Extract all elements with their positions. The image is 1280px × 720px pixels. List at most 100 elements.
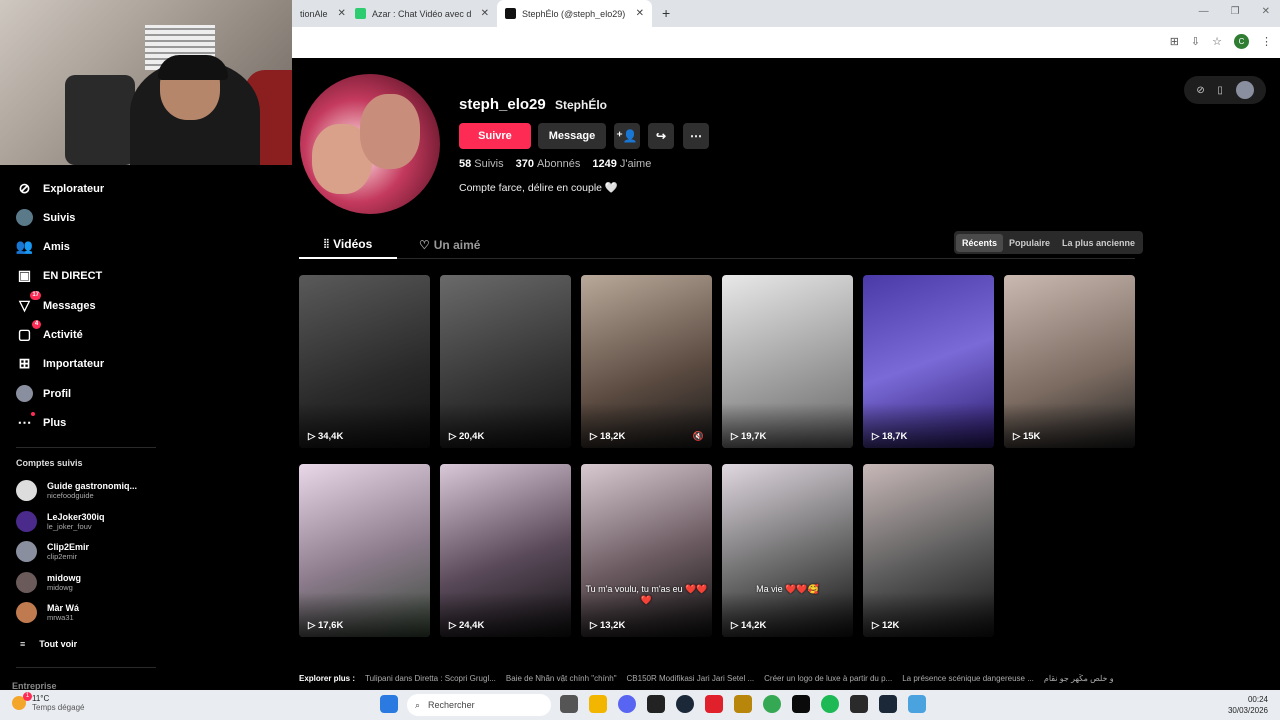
explore-link[interactable]: Baie de Nhãn vật chính "chính"	[506, 674, 617, 683]
window-controls: — ❐ ✕	[1199, 6, 1270, 17]
sort-popular[interactable]: Populaire	[1003, 234, 1056, 252]
discord-icon[interactable]	[618, 695, 636, 713]
muted-icon[interactable]: 🔇	[693, 431, 704, 442]
browser-tab[interactable]: Azar : Chat Vidéo avec de nouv ✕	[347, 0, 497, 27]
video-thumbnail[interactable]: ▷ 18,2K 🔇	[581, 275, 712, 448]
view-count: ▷ 20,4K	[449, 431, 485, 442]
view-count: ▷ 14,2K	[731, 620, 767, 631]
followed-account[interactable]: Guide gastronomiq... nicefoodguide	[16, 480, 137, 501]
sidebar-item-messages[interactable]: ▽ 17 Messages	[16, 291, 96, 314]
task-view-icon[interactable]	[560, 695, 578, 713]
system-clock[interactable]: 00:24 30/03/2026	[1228, 694, 1268, 716]
windows-start-icon[interactable]	[380, 695, 398, 713]
avatar-icon	[16, 209, 33, 226]
send-icon: ▽ 17	[19, 291, 41, 313]
profile-avatar[interactable]: C	[1234, 34, 1249, 49]
translate-icon[interactable]: ⊞	[1170, 35, 1179, 48]
see-all-button[interactable]: ≡ Tout voir	[20, 639, 77, 649]
follow-button[interactable]: Suivre	[459, 123, 531, 149]
video-thumbnail[interactable]: ▷ 17,6K	[299, 464, 430, 637]
install-app-icon[interactable]: ⇩	[1191, 35, 1200, 48]
obs-icon[interactable]	[850, 695, 868, 713]
live-icon: ▣	[17, 267, 32, 283]
close-tab-icon[interactable]: ✕	[636, 8, 644, 19]
bookmark-star-icon[interactable]: ☆	[1212, 35, 1222, 48]
video-thumbnail[interactable]: Tu m'a voulu, tu m'as eu ❤️❤️❤️ ▷ 13,2K	[581, 464, 712, 637]
followed-account[interactable]: Clip2Emir clip2emir	[16, 541, 89, 562]
following-stat[interactable]: 58 Suivis	[459, 158, 504, 170]
video-thumbnail[interactable]: ▷ 24,4K	[440, 464, 571, 637]
browser-tab[interactable]: tionAle ✕	[292, 0, 347, 27]
steam-active-icon[interactable]	[879, 695, 897, 713]
view-count: ▷ 17,6K	[308, 620, 344, 631]
spotify-icon[interactable]	[821, 695, 839, 713]
video-thumbnail[interactable]: ▷ 20,4K	[440, 275, 571, 448]
notification-dot	[31, 412, 35, 416]
explore-link[interactable]: Tulipani dans Diretta : Scopri Grugl...	[365, 674, 496, 683]
video-thumbnail[interactable]: ▷ 18,7K	[863, 275, 994, 448]
sidebar-item-explorer[interactable]: ⊘ Explorateur	[16, 180, 105, 197]
sidebar-item-upload[interactable]: ⊞ Importateur	[16, 355, 105, 372]
play-icon: ▷	[449, 431, 459, 442]
divider	[16, 667, 156, 668]
sort-oldest[interactable]: La plus ancienne	[1056, 234, 1141, 252]
browser-menu-icon[interactable]: ⋮	[1261, 35, 1272, 48]
video-caption: Tu m'a voulu, tu m'as eu ❤️❤️❤️	[585, 584, 708, 605]
video-thumbnail[interactable]: Ma vie ❤️❤️🥰 ▷ 14,2K	[722, 464, 853, 637]
play-icon: ▷	[872, 620, 882, 631]
close-window-icon[interactable]: ✕	[1262, 6, 1270, 17]
play-icon: ▷	[1013, 431, 1023, 442]
user-avatar[interactable]	[1235, 81, 1254, 99]
explore-link[interactable]: و خلص مكَهر جو نقام	[1044, 674, 1114, 683]
view-count: ▷ 34,4K	[308, 431, 344, 442]
browser-tab-active[interactable]: StephÉlo (@steph_elo29) | TikTo ✕	[497, 0, 652, 27]
explore-link[interactable]: La présence scénique dangereuse ...	[902, 674, 1034, 683]
followed-account[interactable]: LeJoker300iq le_joker_fouv	[16, 511, 105, 532]
message-button[interactable]: Message	[538, 123, 606, 149]
maximize-icon[interactable]: ❐	[1231, 6, 1240, 17]
more-options-icon[interactable]: ⋯	[683, 123, 709, 149]
minimize-icon[interactable]: —	[1199, 6, 1209, 17]
file-explorer-icon[interactable]	[589, 695, 607, 713]
video-thumbnail[interactable]: ▷ 34,4K	[299, 275, 430, 448]
view-count: ▷ 15K	[1013, 431, 1041, 442]
followers-stat[interactable]: 370 Abonnés	[516, 158, 581, 170]
followed-account[interactable]: midowg midowg	[16, 572, 81, 593]
sidebar-item-following[interactable]: Suivis	[16, 209, 75, 226]
followed-account[interactable]: Màr Wá mrwa31	[16, 602, 79, 623]
app-green-icon[interactable]	[792, 695, 810, 713]
address-bar[interactable]: ⊞ ⇩ ☆ C ⋮	[292, 27, 1280, 58]
sun-icon: 1	[12, 692, 32, 710]
account-avatar	[16, 572, 37, 593]
add-friend-icon[interactable]: ⁺👤	[614, 123, 640, 149]
sidebar-item-activity[interactable]: ▢ 4 Activité	[16, 320, 83, 343]
sidebar-item-more[interactable]: ⋯ Plus	[16, 412, 66, 431]
taskbar-search[interactable]: ⌕ Rechercher	[407, 694, 551, 716]
sidebar-item-profile[interactable]: Profil	[16, 385, 71, 402]
app-globe-icon[interactable]	[908, 695, 926, 713]
sort-recent[interactable]: Récents	[956, 233, 1004, 252]
tab-videos[interactable]: ⦙⦙ Vidéos	[299, 231, 397, 259]
weather-widget[interactable]: 1 11°C Temps dégagé	[12, 692, 84, 712]
explore-link[interactable]: Créer un logo de luxe à partir du p...	[764, 674, 892, 683]
compass-icon: ⊘	[18, 180, 31, 196]
tab-liked[interactable]: ♡ Un aimé	[419, 231, 480, 259]
video-thumbnail[interactable]: ▷ 19,7K	[722, 275, 853, 448]
close-tab-icon[interactable]: ✕	[338, 8, 346, 19]
likes-stat: 1249 J'aime	[592, 158, 652, 170]
sidebar-item-friends[interactable]: 👥 Amis	[16, 238, 70, 255]
sidebar-item-live[interactable]: ▣ EN DIRECT	[16, 267, 102, 284]
share-icon[interactable]: ↪	[648, 123, 674, 149]
chrome-icon[interactable]	[763, 695, 781, 713]
video-thumbnail[interactable]: ▷ 15K	[1004, 275, 1135, 448]
steam-icon[interactable]	[676, 695, 694, 713]
rockstar-icon[interactable]	[734, 695, 752, 713]
video-thumbnail[interactable]: ▷ 12K	[863, 464, 994, 637]
compass-icon[interactable]: ⊘	[1196, 85, 1204, 96]
epic-games-icon[interactable]	[647, 695, 665, 713]
close-tab-icon[interactable]: ✕	[481, 8, 489, 19]
phone-icon[interactable]: ▯	[1217, 85, 1223, 96]
app-red-icon[interactable]	[705, 695, 723, 713]
explore-link[interactable]: CB150R Modifikasi Jari Jari Setel ...	[627, 674, 755, 683]
new-tab-button[interactable]: +	[652, 0, 680, 27]
